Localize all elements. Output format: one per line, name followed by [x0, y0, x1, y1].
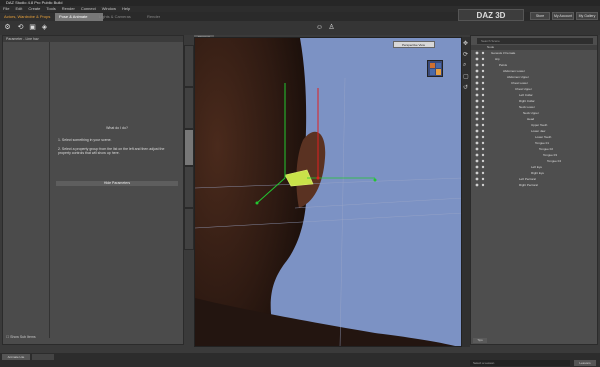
search-placeholder: Search Scene [481, 39, 500, 43]
scene-panel: Search Scene Node Genesis 3 Female Hip P… [470, 35, 598, 345]
app-title: DAZ Studio 4.8 Pro Public Build [6, 0, 63, 5]
my-gallery-button[interactable]: My Gallery [576, 12, 598, 20]
parameters-header[interactable]: Parameter - Line hav [3, 36, 183, 42]
show-sub-items-label: Show Sub Items [10, 335, 36, 339]
lesson-search[interactable]: Select a Lesson [470, 360, 570, 366]
pan-icon[interactable]: ✥ [463, 40, 468, 47]
frame-icon[interactable]: ▢ [463, 73, 469, 80]
parameters-panel: Parameter - Line hav What do I do? 1. Se… [2, 35, 184, 345]
scene-tab[interactable]: Tips [473, 338, 487, 343]
panel-divider [49, 42, 50, 338]
camera-label: Perspective View [402, 43, 425, 47]
camera-selector[interactable]: Perspective View [393, 41, 435, 48]
surface-tool-icon[interactable]: ◈ [40, 23, 49, 32]
eye-icon-column[interactable] [473, 49, 487, 189]
scene-tree: Genesis 3 Female Hip Pelvis Abdomen Lowe… [471, 49, 597, 199]
viewport-scene [195, 38, 461, 346]
hide-parameters-bar[interactable]: Hide Parameters [56, 181, 178, 186]
side-tab-3[interactable] [184, 166, 194, 208]
lesson-search-label: Select a Lesson [473, 361, 495, 365]
tab-actors-wardrobe-props[interactable]: Actors, Wardrobe & Props [0, 13, 63, 21]
scene-search[interactable]: Search Scene [477, 38, 593, 44]
tree-node[interactable]: Right Pectoral [519, 182, 538, 188]
my-account-button[interactable]: My Account [552, 12, 574, 20]
show-sub-items[interactable]: ☐ Show Sub Items [6, 335, 36, 339]
zoom-icon[interactable]: ⌕ [463, 62, 466, 69]
viewport-tools: ✥ ⟳ ⌕ ▢ ↺ [462, 37, 470, 347]
3d-viewport[interactable]: Perspective View [194, 37, 462, 347]
pose-tool-icon[interactable]: ♙ [327, 23, 336, 32]
bottom-tab-2[interactable] [32, 354, 54, 360]
help-question: What do I do? [106, 126, 128, 130]
tree-node[interactable]: Tongue 04 [547, 158, 561, 164]
reset-icon[interactable]: ↺ [463, 84, 468, 91]
checkbox-icon: ☐ [6, 335, 10, 339]
help-hint-2: 2. Select a property group from the list… [58, 147, 165, 155]
side-tab-2[interactable] [184, 87, 194, 129]
universal-tool-icon[interactable]: ⚙ [3, 23, 12, 32]
store-button[interactable]: Store [530, 12, 550, 20]
node-tool-icon[interactable]: ▣ [28, 23, 37, 32]
rotate-tool-icon[interactable]: ⟲ [16, 23, 25, 32]
side-tabs [184, 45, 194, 295]
side-tab-4[interactable] [184, 208, 194, 250]
orbit-icon[interactable]: ⟳ [463, 51, 468, 58]
side-tab-parameters[interactable] [184, 129, 194, 166]
lessons-tab[interactable]: Lessons [574, 360, 596, 366]
side-tab-1[interactable] [184, 45, 194, 87]
animate-lite-tab[interactable]: Animate Lite [2, 354, 30, 360]
view-cube[interactable] [427, 60, 443, 77]
tab-render[interactable]: Render [143, 13, 181, 21]
head-model [195, 38, 307, 346]
toolbar: ⚙ ⟲ ▣ ◈ ☺ ♙ [0, 21, 600, 35]
help-hint-1: 1. Select something in your scene. [58, 138, 112, 142]
daz-logo: DAZ 3D [458, 9, 524, 21]
visibility-column [473, 49, 487, 189]
figure-tool-icon[interactable]: ☺ [315, 23, 324, 32]
